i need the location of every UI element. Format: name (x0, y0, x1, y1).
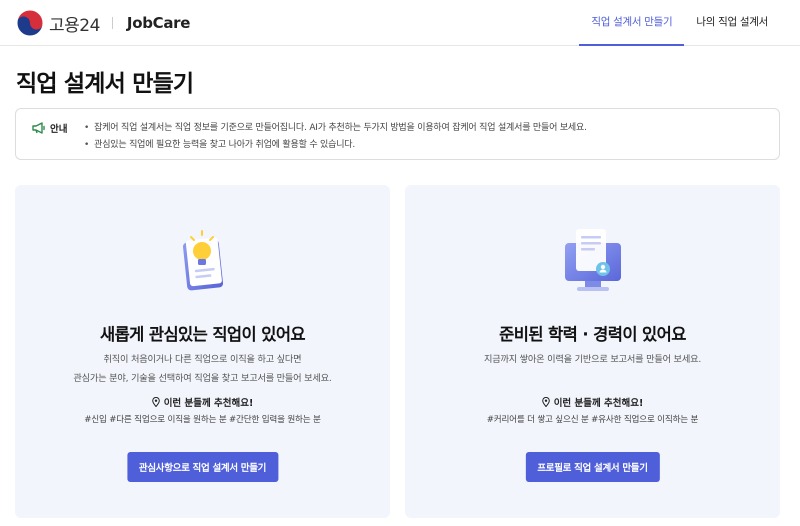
nav-my-plans[interactable]: 나의 직업 설계서 (684, 0, 780, 46)
recommend-tags: #커리어를 더 쌓고 싶으신 분 #유사한 직업으로 이직하는 분 (486, 415, 699, 425)
location-pin-icon (151, 397, 160, 407)
create-by-profile-button[interactable]: 프로필로 직업 설계서 만들기 (525, 452, 660, 482)
notice-box: 안내 잡케어 직업 설계서는 직업 정보를 기준으로 만들어집니다. AI가 추… (15, 108, 780, 160)
lightbulb-document-icon (182, 230, 223, 291)
location-pin-icon (541, 397, 550, 407)
nav-create-plan[interactable]: 직업 설계서 만들기 (579, 0, 685, 46)
card-title: 새롭게 관심있는 직업이 있어요 (100, 325, 306, 344)
notice-list: 잡케어 직업 설계서는 직업 정보를 기준으로 만들어집니다. AI가 추천하는… (84, 120, 587, 154)
interest-card: 새롭게 관심있는 직업이 있어요 취직이 처음이거나 다른 직업으로 이직을 하… (15, 185, 390, 518)
card-description: 취직이 처음이거나 다른 직업으로 이직을 하고 싶다면 관심가는 분야, 기술… (15, 350, 390, 388)
notice-label: 안내 (50, 124, 68, 135)
main-nav: 직업 설계서 만들기 나의 직업 설계서 (579, 0, 780, 46)
profile-card: 준비된 학력 · 경력이 있어요 지금까지 쌓아온 이력을 기반으로 보고서를 … (405, 185, 780, 518)
card-description-line: 지금까지 쌓아온 이력을 기반으로 보고서를 만들어 보세요. (483, 354, 702, 365)
site-logo[interactable]: 고용24 JobCare (16, 9, 190, 37)
logo-divider (111, 17, 113, 29)
recommend-heading-text: 이런 분들께 추천해요! (163, 398, 254, 409)
top-header: 고용24 JobCare 직업 설계서 만들기 나의 직업 설계서 (0, 0, 800, 46)
create-by-interest-button[interactable]: 관심사항으로 직업 설계서 만들기 (126, 452, 279, 482)
recommend-tags: #신입 #다른 직업으로 이직을 원하는 분 #간단한 입력을 원하는 분 (84, 415, 321, 425)
taegeuk-logo-icon (16, 9, 44, 37)
recommend-heading: 이런 분들께 추천해요! (405, 395, 780, 409)
card-description: 지금까지 쌓아온 이력을 기반으로 보고서를 만들어 보세요. (405, 350, 780, 369)
card-title: 준비된 학력 · 경력이 있어요 (499, 325, 686, 344)
recommend-heading-text: 이런 분들께 추천해요! (553, 398, 644, 409)
card-description-line: 관심가는 분야, 기술을 선택하여 직업을 찾고 보고서를 만들어 보세요. (73, 373, 332, 384)
card-description-line: 취직이 처음이거나 다른 직업으로 이직을 하고 싶다면 (103, 354, 302, 365)
monitor-document-icon (564, 229, 621, 291)
page-title: 직업 설계서 만들기 (16, 71, 194, 97)
notice-item: 잡케어 직업 설계서는 직업 정보를 기준으로 만들어집니다. AI가 추천하는… (84, 120, 587, 137)
brand-name: JobCare (126, 14, 191, 32)
recommend-heading: 이런 분들께 추천해요! (15, 395, 390, 409)
notice-item: 관심있는 직업에 필요한 능력을 찾고 나아가 취업에 활용할 수 있습니다. (84, 137, 587, 154)
logo-text: 고용24 (49, 15, 100, 36)
megaphone-icon (32, 122, 45, 134)
